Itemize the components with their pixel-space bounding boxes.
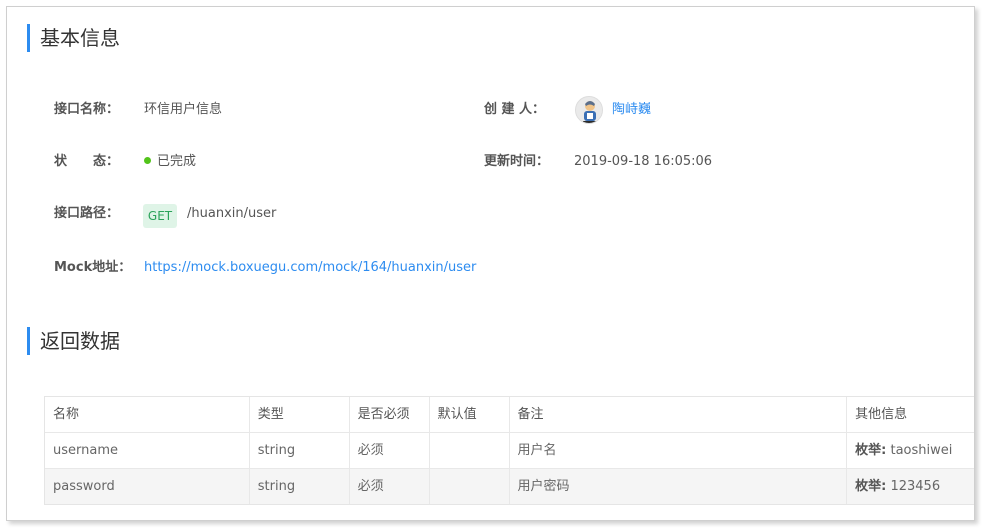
interface-name-label: 接口名称： — [54, 102, 120, 117]
interface-detail-panel: 基本信息 接口名称： 环信用户信息 创 建 人： 陶峙巍 状 态： 已完成 更新… — [6, 6, 975, 521]
cell-default — [430, 469, 510, 504]
interface-path-label: 接口路径： — [54, 206, 120, 221]
interface-path-value: /huanxin/user — [187, 206, 277, 221]
column-header-required: 是否必须 — [350, 397, 430, 432]
cell-default — [430, 433, 510, 468]
status-label: 状 态： — [54, 154, 120, 169]
return-data-table: 名称 类型 是否必须 默认值 备注 其他信息 username string 必… — [44, 396, 974, 505]
avatar-figure-icon — [576, 97, 602, 123]
updated-time-value: 2019-09-18 16:05:06 — [574, 154, 713, 169]
cell-type: string — [250, 469, 350, 504]
creator-avatar[interactable] — [575, 96, 603, 124]
cell-required: 必须 — [350, 469, 430, 504]
section-title-return-data: 返回数据 — [27, 327, 120, 355]
cell-name: password — [45, 469, 250, 504]
table-row: username string 必须 用户名 枚举: taoshiwei — [45, 432, 974, 468]
enum-value: 123456 — [886, 479, 941, 494]
cell-other: 枚举: 123456 — [847, 469, 974, 504]
mock-url-label: Mock地址： — [54, 260, 132, 275]
enum-label: 枚举: — [855, 443, 887, 458]
column-header-name: 名称 — [45, 397, 250, 432]
status-value: 已完成 — [157, 154, 197, 169]
section-title-basic-info: 基本信息 — [27, 24, 120, 52]
cell-other: 枚举: taoshiwei — [847, 433, 974, 468]
cell-note: 用户名 — [510, 433, 848, 468]
column-header-type: 类型 — [250, 397, 350, 432]
cell-name: username — [45, 433, 250, 468]
column-header-other: 其他信息 — [855, 407, 908, 422]
status-dot-icon — [144, 157, 151, 164]
column-header-note: 备注 — [510, 397, 848, 432]
mock-url-link[interactable]: https://mock.boxuegu.com/mock/164/huanxi… — [144, 258, 476, 278]
cell-type: string — [250, 433, 350, 468]
table-row: password string 必须 用户密码 枚举: 123456 — [45, 468, 974, 504]
method-badge-get: GET — [143, 204, 177, 228]
enum-value: taoshiwei — [886, 443, 953, 458]
enum-label: 枚举: — [855, 479, 887, 494]
column-header-default: 默认值 — [430, 397, 510, 432]
table-header-row: 名称 类型 是否必须 默认值 备注 其他信息 — [45, 397, 974, 432]
cell-required: 必须 — [350, 433, 430, 468]
updated-time-label: 更新时间： — [484, 154, 550, 169]
creator-name-link[interactable]: 陶峙巍 — [612, 100, 651, 120]
interface-name-value: 环信用户信息 — [144, 102, 223, 117]
status-badge: 已完成 — [144, 152, 196, 172]
cell-note: 用户密码 — [510, 469, 848, 504]
creator-label: 创 建 人： — [484, 102, 546, 117]
